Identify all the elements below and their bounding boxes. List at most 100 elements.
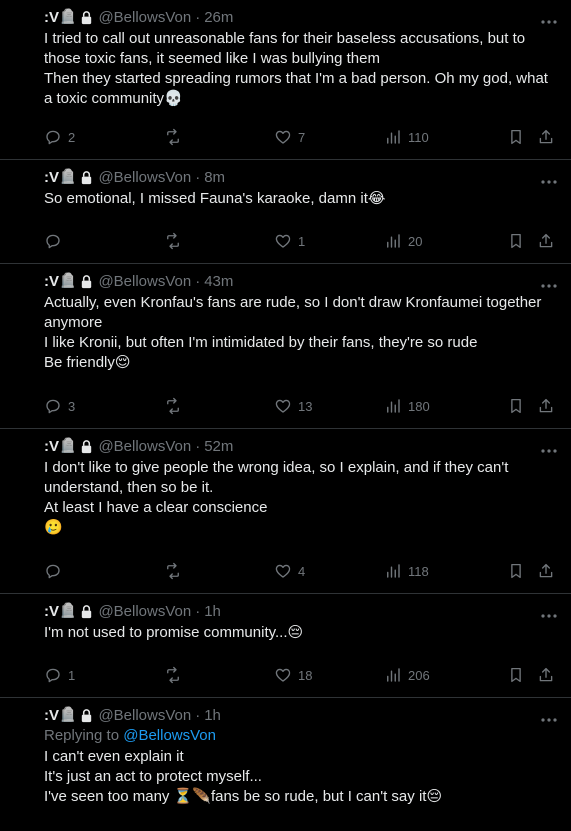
retweet-button[interactable] bbox=[164, 562, 274, 580]
tweet[interactable]: :V 🪦 @BellowsVon · 8m So emotional, I mi… bbox=[0, 166, 571, 264]
action-bar: 4 118 bbox=[44, 561, 557, 581]
views-button[interactable]: 20 bbox=[384, 232, 507, 250]
display-name[interactable]: :V bbox=[44, 9, 59, 26]
tweet-header: :V 🪦 @BellowsVon · 1h bbox=[44, 704, 553, 726]
replying-to: Replying to @BellowsVon bbox=[44, 726, 553, 746]
reply-button[interactable] bbox=[44, 232, 164, 250]
like-count: 1 bbox=[298, 233, 306, 249]
timestamp[interactable]: 26m bbox=[204, 9, 233, 26]
display-name[interactable]: :V bbox=[44, 273, 59, 290]
share-button[interactable] bbox=[537, 397, 555, 415]
tweet-line: I like Kronii, but often I'm intimidated… bbox=[44, 334, 478, 351]
user-handle[interactable]: @BellowsVon bbox=[98, 169, 191, 186]
share-icon bbox=[539, 667, 553, 682]
timestamp[interactable]: 1h bbox=[204, 707, 221, 724]
views-icon bbox=[387, 564, 400, 578]
tweet[interactable]: :V 🪦 @BellowsVon · 52m I don't like to g… bbox=[0, 435, 571, 594]
like-button[interactable]: 1 bbox=[274, 232, 384, 250]
reply-count: 2 bbox=[68, 129, 76, 145]
tweet[interactable]: :V 🪦 @BellowsVon · 26m I tried to call o… bbox=[0, 6, 571, 160]
retweet-button[interactable] bbox=[164, 232, 274, 250]
bookmark-button[interactable] bbox=[507, 232, 537, 250]
views-count: 110 bbox=[408, 129, 429, 145]
display-name[interactable]: :V bbox=[44, 169, 59, 186]
reply-icon bbox=[46, 399, 60, 414]
tweet-line: Then they started spreading rumors that … bbox=[44, 70, 548, 107]
like-count: 7 bbox=[298, 129, 306, 145]
retweet-icon bbox=[167, 666, 179, 684]
retweet-button[interactable] bbox=[164, 666, 274, 684]
reply-count: 3 bbox=[68, 398, 76, 414]
timestamp[interactable]: 1h bbox=[204, 603, 221, 620]
tweet-header: :V 🪦 @BellowsVon · 43m bbox=[44, 270, 553, 292]
tweet[interactable]: :V 🪦 @BellowsVon · 1h Replying to @Bello… bbox=[0, 704, 571, 831]
tweet-text: So emotional, I missed Fauna's karaoke, … bbox=[44, 189, 553, 209]
lock-icon bbox=[82, 708, 92, 722]
views-button[interactable]: 118 bbox=[384, 562, 507, 580]
display-name[interactable]: :V bbox=[44, 707, 59, 724]
timestamp[interactable]: 52m bbox=[204, 438, 233, 455]
like-count: 13 bbox=[298, 398, 313, 414]
like-button[interactable]: 18 bbox=[274, 666, 384, 684]
views-button[interactable]: 180 bbox=[384, 397, 507, 415]
bookmark-icon bbox=[511, 398, 521, 414]
tweet-line: I've seen too many ⏳🪶fans be so rude, bu… bbox=[44, 788, 443, 805]
share-button[interactable] bbox=[537, 666, 555, 684]
tweet-line: I'm not used to promise community...😔 bbox=[44, 624, 304, 641]
reply-button[interactable]: 2 bbox=[44, 128, 164, 146]
views-icon bbox=[387, 668, 400, 682]
tweet-line: It's just an act to protect myself... bbox=[44, 768, 262, 785]
user-handle[interactable]: @BellowsVon bbox=[98, 273, 191, 290]
bookmark-button[interactable] bbox=[507, 397, 537, 415]
retweet-button[interactable] bbox=[164, 128, 274, 146]
views-count: 180 bbox=[408, 398, 430, 414]
views-button[interactable]: 110 bbox=[384, 128, 507, 146]
display-name-emoji: 🪦 bbox=[59, 169, 77, 185]
bookmark-button[interactable] bbox=[507, 128, 537, 146]
more-icon[interactable] bbox=[539, 12, 559, 32]
tweet[interactable]: :V 🪦 @BellowsVon · 43m Actually, even Kr… bbox=[0, 270, 571, 429]
tweet[interactable]: :V 🪦 @BellowsVon · 1h I'm not used to pr… bbox=[0, 600, 571, 698]
views-button[interactable]: 206 bbox=[384, 666, 507, 684]
tweet-text: I can't even explain it It's just an act… bbox=[44, 747, 553, 807]
like-button[interactable]: 7 bbox=[274, 128, 384, 146]
action-bar: 3 13 180 bbox=[44, 396, 557, 416]
user-handle[interactable]: @BellowsVon bbox=[98, 603, 191, 620]
reply-button[interactable] bbox=[44, 562, 164, 580]
timestamp[interactable]: 43m bbox=[204, 273, 233, 290]
views-count: 20 bbox=[408, 233, 423, 249]
more-icon[interactable] bbox=[539, 172, 559, 192]
action-bar: 1 18 206 bbox=[44, 665, 557, 685]
reply-icon bbox=[46, 564, 60, 579]
share-icon bbox=[539, 129, 553, 144]
tweet-line: Be friendly😌 bbox=[44, 354, 131, 371]
reply-button[interactable]: 3 bbox=[44, 397, 164, 415]
display-name[interactable]: :V bbox=[44, 603, 59, 620]
user-handle[interactable]: @BellowsVon bbox=[98, 9, 191, 26]
more-icon[interactable] bbox=[539, 710, 559, 730]
like-button[interactable]: 13 bbox=[274, 397, 384, 415]
more-icon[interactable] bbox=[539, 441, 559, 461]
share-icon bbox=[539, 563, 553, 578]
separator-dot: · bbox=[195, 272, 201, 290]
like-button[interactable]: 4 bbox=[274, 562, 384, 580]
like-icon bbox=[275, 668, 291, 682]
user-handle[interactable]: @BellowsVon bbox=[98, 438, 191, 455]
reply-count: 1 bbox=[68, 667, 76, 683]
tweet-text: I tried to call out unreasonable fans fo… bbox=[44, 29, 553, 109]
reply-button[interactable]: 1 bbox=[44, 666, 164, 684]
more-icon[interactable] bbox=[539, 606, 559, 626]
user-handle[interactable]: @BellowsVon bbox=[98, 707, 191, 724]
share-button[interactable] bbox=[537, 562, 555, 580]
share-button[interactable] bbox=[537, 232, 555, 250]
views-count: 118 bbox=[408, 563, 429, 579]
retweet-button[interactable] bbox=[164, 397, 274, 415]
share-button[interactable] bbox=[537, 128, 555, 146]
display-name[interactable]: :V bbox=[44, 438, 59, 455]
lock-icon bbox=[82, 604, 92, 618]
replying-to-link[interactable]: @BellowsVon bbox=[123, 727, 216, 744]
bookmark-button[interactable] bbox=[507, 562, 537, 580]
timestamp[interactable]: 8m bbox=[204, 169, 225, 186]
bookmark-button[interactable] bbox=[507, 666, 537, 684]
more-icon[interactable] bbox=[539, 276, 559, 296]
